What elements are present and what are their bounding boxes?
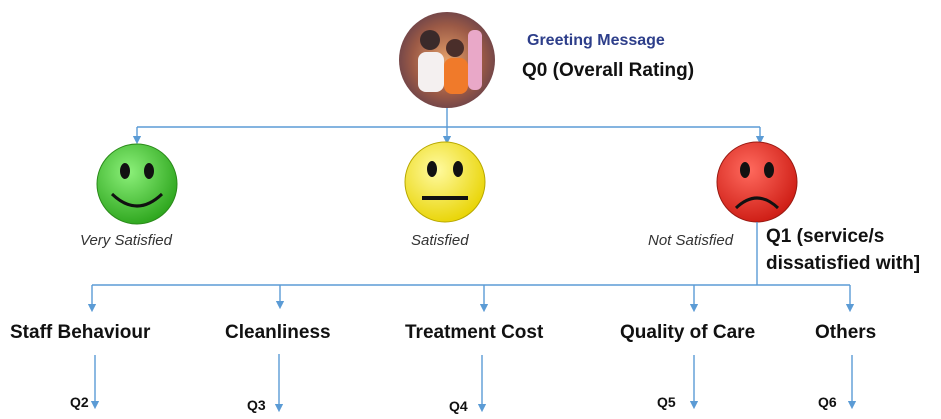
q0-overall-rating-label: Q0 (Overall Rating) bbox=[522, 60, 695, 81]
q2-label: Q2 bbox=[70, 394, 89, 410]
category-quality-of-care: Quality of Care bbox=[620, 322, 756, 343]
category-cleanliness: Cleanliness bbox=[225, 322, 331, 343]
satisfied-label: Satisfied bbox=[411, 232, 469, 249]
face-satisfied-icon bbox=[404, 141, 486, 223]
category-others: Others bbox=[815, 322, 877, 343]
bottom-connectors bbox=[87, 222, 857, 413]
q5-label: Q5 bbox=[657, 394, 676, 410]
category-treatment-cost: Treatment Cost bbox=[405, 322, 544, 343]
very-satisfied-label: Very Satisfied bbox=[80, 232, 172, 249]
face-very-satisfied-icon bbox=[96, 143, 178, 225]
q3-label: Q3 bbox=[247, 397, 266, 413]
diagram-graphics bbox=[87, 12, 857, 413]
q1-label-line1: Q1 (service/s bbox=[766, 226, 885, 247]
survey-flow-diagram: Greeting Message Q0 (Overall Rating) Ver… bbox=[0, 0, 941, 414]
root-photo bbox=[399, 12, 495, 108]
category-staff-behaviour: Staff Behaviour bbox=[10, 322, 151, 343]
top-connectors bbox=[132, 108, 765, 145]
q4-label: Q4 bbox=[449, 398, 468, 414]
q6-label: Q6 bbox=[818, 394, 837, 410]
face-not-satisfied-icon bbox=[716, 141, 798, 223]
greeting-message-label: Greeting Message bbox=[527, 32, 665, 49]
not-satisfied-label: Not Satisfied bbox=[648, 232, 734, 249]
q1-label-line2: dissatisfied with] bbox=[766, 253, 921, 274]
